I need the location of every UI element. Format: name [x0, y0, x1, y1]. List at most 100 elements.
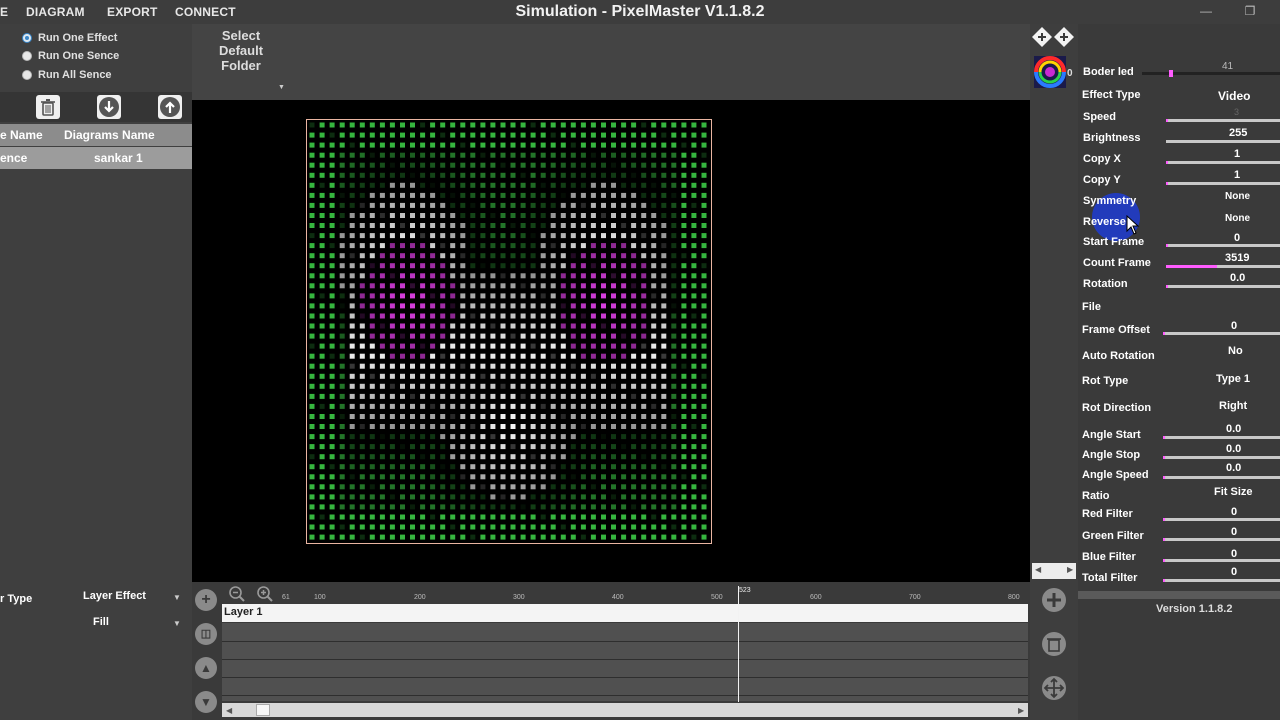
led-pixel	[440, 132, 446, 138]
upload-arrow-icon[interactable]	[158, 95, 182, 119]
timeline-tracks[interactable]	[222, 623, 1028, 701]
brightness-slider[interactable]	[1166, 140, 1280, 143]
prop-effect-type-value[interactable]: Video	[1218, 89, 1250, 103]
fill-select[interactable]: Fill ▼	[93, 616, 185, 632]
led-pixel	[470, 383, 476, 389]
led-pixel	[621, 494, 627, 500]
led-pixel	[661, 303, 667, 309]
download-arrow-icon[interactable]	[97, 95, 121, 119]
prop-symmetry-value[interactable]: None	[1225, 191, 1250, 202]
add-layer-button[interactable]: +	[195, 589, 217, 611]
led-pixel	[389, 363, 395, 369]
led-pixel	[389, 534, 395, 540]
trash-icon[interactable]	[1040, 630, 1068, 658]
effect-thumbnail-icon[interactable]	[1034, 56, 1066, 88]
delete-layer-button[interactable]: ◫	[195, 623, 217, 645]
total-filter-slider[interactable]	[1163, 579, 1280, 582]
led-pixel	[329, 243, 335, 249]
scroll-left-icon[interactable]: ◀	[226, 706, 232, 715]
angle-stop-slider[interactable]	[1163, 456, 1280, 459]
prop-ratio-value[interactable]: Fit Size	[1214, 486, 1253, 498]
minimize-icon[interactable]: —	[1198, 4, 1214, 20]
diamond-nav-icon[interactable]	[1031, 26, 1053, 48]
led-pixel	[339, 514, 345, 520]
radio-run-all-sence[interactable]: Run All Sence	[22, 67, 112, 83]
led-pixel	[580, 122, 586, 128]
layer-type-select[interactable]: Layer Effect ▼	[83, 590, 185, 606]
led-pixel	[400, 383, 405, 389]
led-pixel	[319, 303, 325, 309]
copy-y-slider[interactable]	[1166, 182, 1280, 185]
led-pixel	[530, 403, 536, 409]
led-pixel	[520, 494, 526, 500]
count-frame-slider[interactable]	[1166, 265, 1280, 268]
scroll-right-icon[interactable]: ▶	[1018, 706, 1024, 715]
move-icon[interactable]	[1040, 674, 1068, 702]
menu-connect[interactable]: CONNECT	[175, 5, 236, 19]
move-layer-up-button[interactable]: ▲	[195, 657, 217, 679]
led-pixel	[611, 494, 616, 500]
led-pixel	[410, 333, 415, 339]
led-pixel	[540, 283, 546, 289]
led-pixel	[460, 383, 466, 389]
restore-icon[interactable]: ❐	[1242, 4, 1258, 20]
list-item[interactable]: ence sankar 1	[0, 147, 192, 169]
prop-auto-rotation-value[interactable]: No	[1228, 345, 1243, 357]
angle-speed-slider[interactable]	[1163, 476, 1280, 479]
start-frame-slider[interactable]	[1166, 244, 1280, 247]
led-pixel	[309, 152, 315, 158]
led-pixel	[681, 122, 687, 128]
red-filter-slider[interactable]	[1163, 518, 1280, 521]
led-pixel	[671, 313, 677, 319]
frame-offset-slider[interactable]	[1163, 332, 1280, 335]
led-pixel	[349, 243, 355, 249]
led-pixel	[339, 172, 345, 178]
led-pixel	[621, 383, 627, 389]
move-layer-down-button[interactable]: ▼	[195, 691, 217, 713]
menu-file[interactable]: E	[0, 5, 8, 19]
led-pixel	[420, 414, 426, 419]
trash-icon[interactable]	[36, 95, 60, 119]
led-pixel	[500, 293, 506, 299]
led-pixel	[329, 353, 335, 359]
boder-led-slider[interactable]	[1142, 70, 1280, 77]
radio-run-one-sence[interactable]: Run One Sence	[22, 48, 119, 64]
prop-effect-type-label: Effect Type	[1082, 89, 1141, 101]
led-pixel	[480, 514, 486, 520]
menu-export[interactable]: EXPORT	[107, 5, 158, 19]
green-filter-slider[interactable]	[1163, 538, 1280, 541]
led-pixel	[470, 142, 476, 148]
prop-rot-direction-value[interactable]: Right	[1219, 400, 1247, 412]
led-pixel	[420, 182, 426, 188]
scroll-left-icon[interactable]: ◀	[1035, 565, 1041, 574]
playhead[interactable]	[738, 586, 739, 702]
prop-rot-type-value[interactable]: Type 1	[1216, 373, 1250, 385]
layer-row[interactable]	[222, 604, 1028, 622]
scroll-right-icon[interactable]: ▶	[1067, 565, 1073, 574]
menu-diagram[interactable]: DIAGRAM	[26, 5, 85, 19]
radio-run-one-effect[interactable]: Run One Effect	[22, 30, 117, 46]
led-pixel	[681, 504, 687, 510]
led-pixel	[329, 303, 335, 309]
led-pixel	[631, 403, 637, 409]
timeline-ruler[interactable]: 61 100 200 300 400 500 600 700 800	[222, 586, 1028, 604]
diamond-nav-icon[interactable]	[1053, 26, 1075, 48]
chevron-down-icon[interactable]: ▼	[278, 84, 285, 91]
mouse-cursor-icon	[1126, 215, 1140, 235]
rotation-slider[interactable]	[1166, 285, 1280, 288]
copy-x-slider[interactable]	[1166, 161, 1280, 164]
speed-slider[interactable]	[1166, 119, 1280, 122]
blue-filter-slider[interactable]	[1163, 559, 1280, 562]
prop-reverse-value[interactable]: None	[1225, 213, 1250, 224]
scrollbar-thumb[interactable]	[256, 704, 270, 716]
select-default-folder-button[interactable]: Select Default Folder	[210, 28, 272, 73]
timeline-scrollbar[interactable]	[222, 703, 1028, 717]
led-pixel	[510, 313, 516, 319]
led-pixel	[400, 464, 405, 470]
led-pixel	[500, 162, 506, 168]
angle-start-slider[interactable]	[1163, 436, 1280, 439]
add-icon[interactable]	[1040, 586, 1068, 614]
led-pixel	[500, 263, 506, 269]
radio-label: Run All Sence	[38, 69, 112, 81]
led-pixel	[420, 524, 426, 530]
